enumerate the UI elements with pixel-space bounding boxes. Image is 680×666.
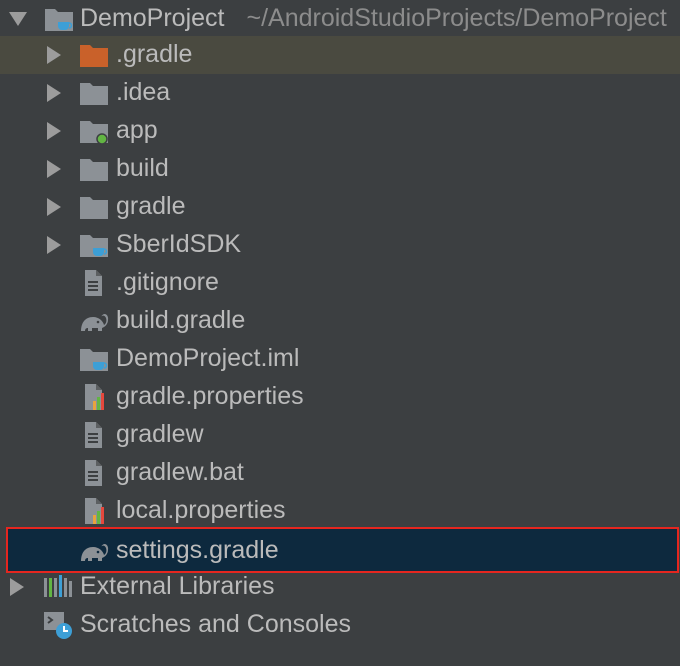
text-file-icon — [81, 459, 111, 487]
tree-item-label: build — [116, 154, 169, 182]
folder-icon — [79, 79, 109, 107]
tree-root-path: ~/AndroidStudioProjects/DemoProject — [246, 4, 667, 32]
module-folder-cup-icon — [79, 231, 109, 259]
tree-item-demoproject-iml[interactable]: DemoProject.iml — [0, 340, 680, 378]
tree-item-external-libraries[interactable]: External Libraries — [0, 568, 680, 606]
tree-item-app[interactable]: app — [0, 112, 680, 150]
tree-item-label: .gradle — [116, 40, 193, 68]
external-libraries-label: External Libraries — [80, 572, 275, 600]
tree-item-label: DemoProject.iml — [116, 344, 300, 372]
chevron-right-icon[interactable] — [47, 46, 61, 64]
tree-item-settings-gradle[interactable]: settings.gradle — [6, 527, 679, 573]
tree-item-label: gradlew — [116, 420, 204, 448]
tree-item-label: app — [116, 116, 158, 144]
tree-item-label: build.gradle — [116, 306, 246, 334]
tree-item-idea[interactable]: .idea — [0, 74, 680, 112]
project-folder-icon — [44, 5, 74, 33]
tree-item-gradlew[interactable]: gradlew — [0, 416, 680, 454]
folder-icon — [79, 155, 109, 183]
chevron-right-icon[interactable] — [47, 160, 61, 178]
tree-item-gitignore[interactable]: .gitignore — [0, 264, 680, 302]
project-tree: DemoProject ~/AndroidStudioProjects/DemoP… — [0, 0, 680, 666]
chevron-right-icon[interactable] — [47, 122, 61, 140]
chevron-down-icon[interactable] — [9, 12, 27, 26]
chevron-right-icon[interactable] — [47, 84, 61, 102]
text-file-icon — [81, 421, 111, 449]
folder-orange-icon — [79, 41, 109, 69]
tree-item-build[interactable]: build — [0, 150, 680, 188]
libraries-icon — [43, 573, 73, 601]
gradle-elephant-icon — [78, 537, 109, 565]
module-folder-icon — [79, 117, 109, 145]
tree-item-label: gradle — [116, 192, 186, 220]
text-file-icon — [81, 269, 111, 297]
chevron-right-icon[interactable] — [47, 198, 61, 216]
iml-file-icon — [79, 345, 109, 373]
tree-item-label: local.properties — [116, 496, 286, 524]
properties-file-icon — [81, 383, 111, 411]
tree-item-local-properties[interactable]: local.properties — [0, 492, 680, 530]
tree-item-gradlew-bat[interactable]: gradlew.bat — [0, 454, 680, 492]
chevron-right-icon[interactable] — [47, 236, 61, 254]
folder-icon — [79, 193, 109, 221]
scratches-icon — [43, 611, 73, 639]
chevron-right-icon[interactable] — [10, 578, 24, 596]
tree-root-label: DemoProject — [80, 4, 225, 32]
tree-item-scratches[interactable]: Scratches and Consoles — [0, 606, 680, 644]
tree-item-gradle[interactable]: gradle — [0, 188, 680, 226]
tree-item-label: gradlew.bat — [116, 458, 244, 486]
tree-item-dot-gradle[interactable]: .gradle — [0, 36, 680, 74]
tree-item-build-gradle[interactable]: build.gradle — [0, 302, 680, 340]
scratches-label: Scratches and Consoles — [80, 610, 351, 638]
tree-item-label: .gitignore — [116, 268, 219, 296]
gradle-elephant-icon — [78, 307, 109, 335]
tree-item-label: .idea — [116, 78, 171, 106]
properties-file-icon — [81, 497, 111, 525]
tree-item-label: SberIdSDK — [116, 230, 242, 258]
tree-item-gradle-properties[interactable]: gradle.properties — [0, 378, 680, 416]
tree-item-label: gradle.properties — [116, 382, 304, 410]
tree-root-demoproject[interactable]: DemoProject ~/AndroidStudioProjects/DemoP… — [0, 0, 680, 38]
tree-item-sberidsdk[interactable]: SberIdSDK — [0, 226, 680, 264]
tree-item-label: settings.gradle — [116, 536, 279, 564]
